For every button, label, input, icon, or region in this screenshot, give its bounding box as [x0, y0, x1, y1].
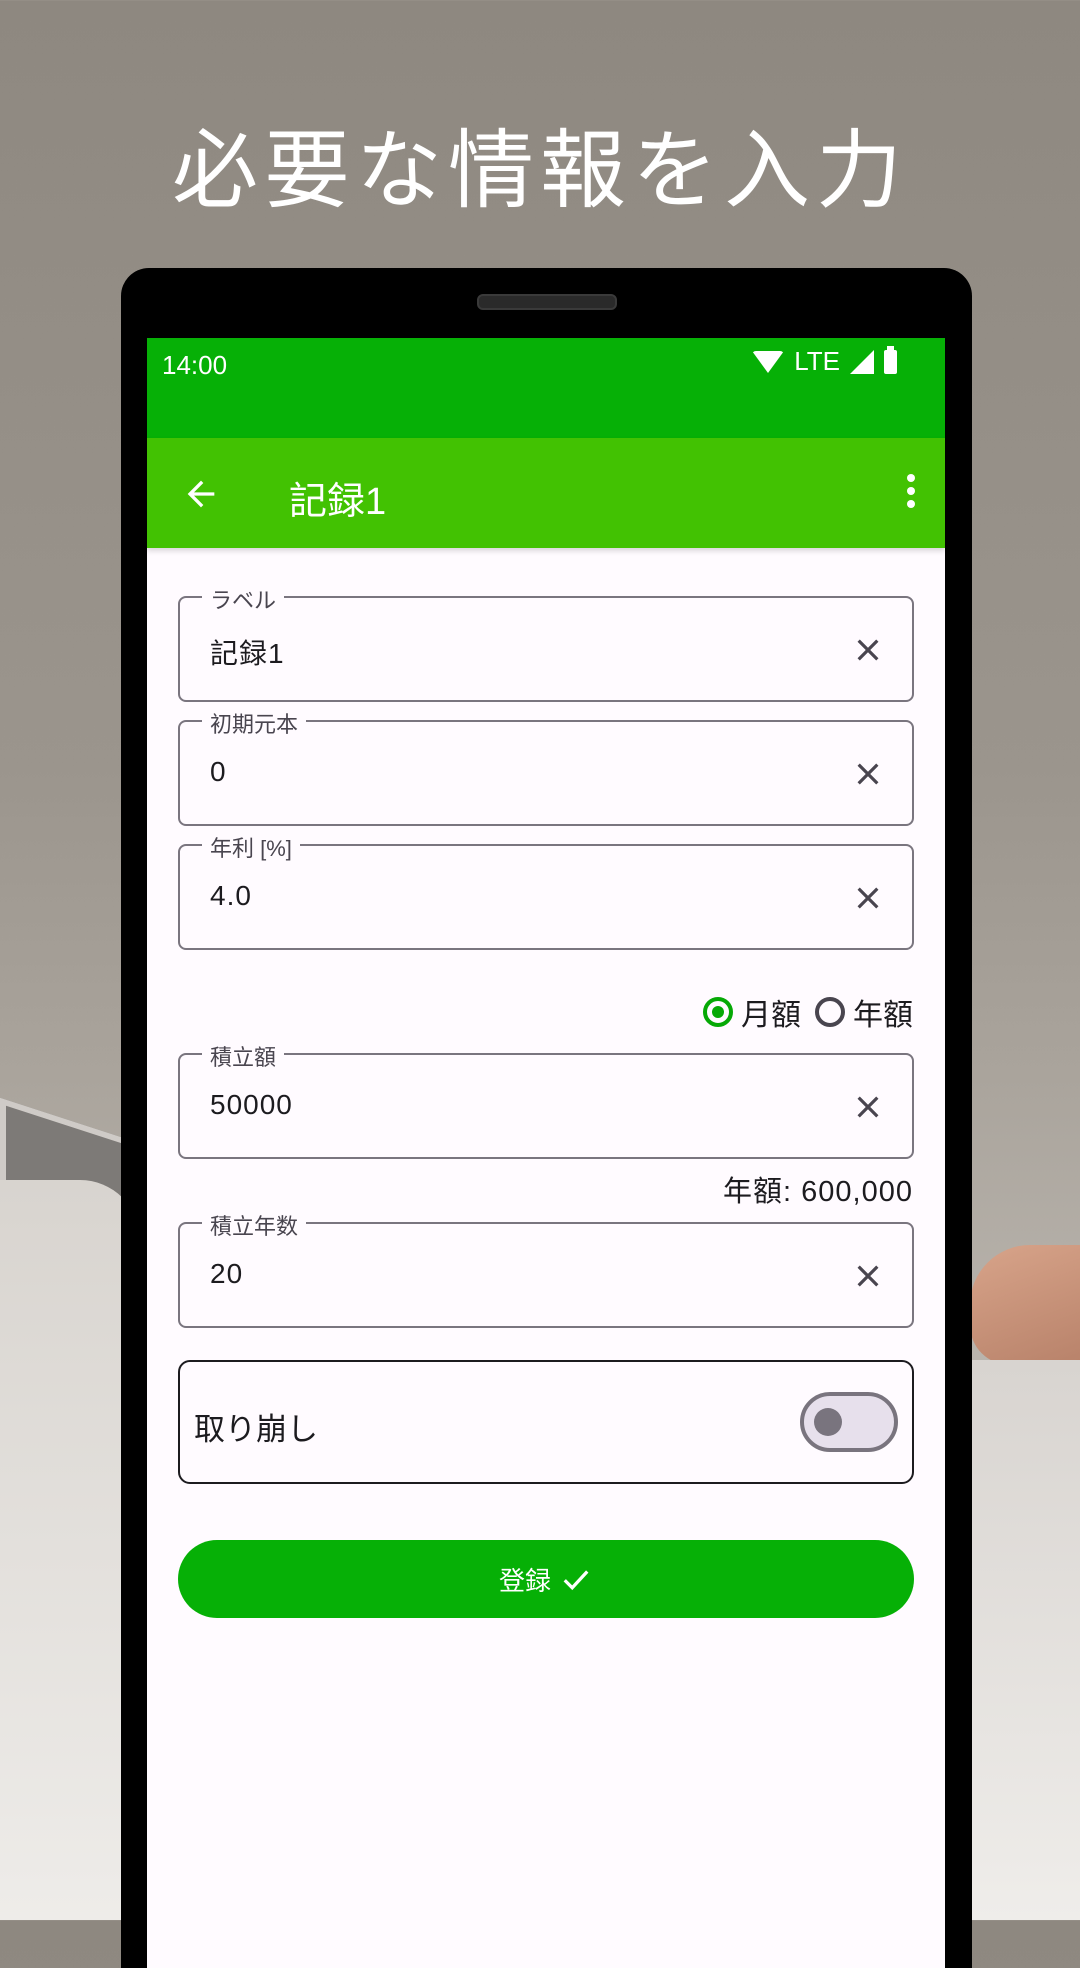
- contribution-label: 積立額: [202, 1040, 285, 1072]
- signal-icon: [850, 349, 874, 374]
- frequency-radio-group: 月額 年額: [703, 990, 913, 1034]
- app-bar: 記録1: [147, 438, 945, 548]
- years-label: 積立年数: [202, 1209, 307, 1241]
- phone-speaker: [477, 294, 617, 310]
- battery-icon: [884, 345, 897, 374]
- clear-icon[interactable]: [852, 1260, 884, 1292]
- clear-icon[interactable]: [852, 634, 884, 666]
- clear-icon[interactable]: [852, 1091, 884, 1123]
- check-icon: [563, 1570, 589, 1591]
- bed-background-right: [970, 1360, 1080, 1920]
- phone-frame: 14:00 LTE 記録1 ラベル 記録1 初期元本 0 年利 [%] 4.0 …: [121, 268, 972, 1968]
- contribution-field[interactable]: 積立額 50000: [178, 1040, 914, 1159]
- annual-total-note: 年額: 600,000: [723, 1176, 913, 1208]
- bed-background-left: [0, 1180, 140, 1920]
- back-arrow-icon[interactable]: [181, 474, 221, 514]
- monthly-radio-label[interactable]: 月額: [741, 990, 801, 1034]
- label-field-value: 記録1: [210, 638, 285, 669]
- withdraw-label: 取り崩し: [194, 1412, 318, 1448]
- more-options-icon[interactable]: [905, 474, 917, 514]
- switch-thumb: [814, 1408, 842, 1436]
- promo-headline: 必要な情報を入力: [172, 121, 908, 221]
- withdraw-switch[interactable]: [800, 1392, 898, 1452]
- annual-rate-label: 年利 [%]: [202, 831, 300, 863]
- initial-principal-label: 初期元本: [202, 707, 307, 739]
- status-bar: 14:00 LTE: [147, 338, 945, 438]
- yearly-radio[interactable]: [815, 997, 845, 1027]
- monthly-radio[interactable]: [703, 997, 733, 1027]
- years-field[interactable]: 積立年数 20: [178, 1209, 914, 1328]
- withdraw-card: 取り崩し: [178, 1360, 914, 1484]
- yearly-radio-label[interactable]: 年額: [853, 990, 913, 1034]
- clear-icon[interactable]: [852, 882, 884, 914]
- register-button[interactable]: 登録: [178, 1540, 914, 1618]
- register-button-label: 登録: [498, 1566, 551, 1597]
- status-icons: LTE: [752, 345, 897, 377]
- hand-background: [970, 1245, 1080, 1365]
- annual-rate-value: 4.0: [210, 880, 252, 911]
- app-screen: 14:00 LTE 記録1 ラベル 記録1 初期元本 0 年利 [%] 4.0 …: [147, 338, 945, 1968]
- wifi-icon: [752, 350, 785, 373]
- years-value: 20: [210, 1258, 244, 1289]
- initial-principal-value: 0: [210, 756, 227, 787]
- annual-rate-field[interactable]: 年利 [%] 4.0: [178, 831, 914, 950]
- network-type: LTE: [794, 346, 840, 376]
- initial-principal-field[interactable]: 初期元本 0: [178, 707, 914, 826]
- label-field[interactable]: ラベル 記録1: [178, 583, 914, 702]
- app-bar-title: 記録1: [289, 481, 387, 523]
- label-field-label: ラベル: [202, 583, 285, 615]
- contribution-value: 50000: [210, 1089, 293, 1120]
- status-time: 14:00: [162, 350, 228, 380]
- clear-icon[interactable]: [852, 758, 884, 790]
